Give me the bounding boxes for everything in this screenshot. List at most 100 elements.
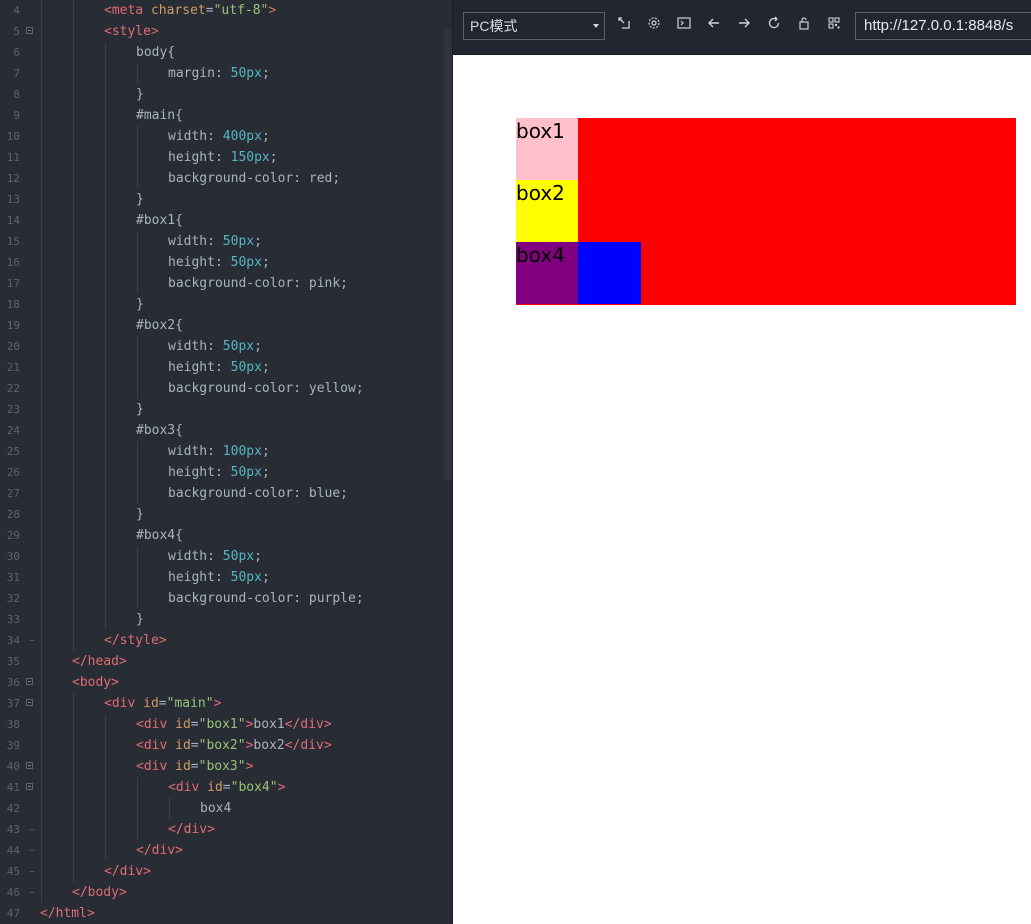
- fold-toggle-icon[interactable]: [26, 762, 33, 769]
- code-token: id: [175, 759, 191, 774]
- line-number: 17: [6, 277, 20, 290]
- code-token: #box2{: [136, 318, 183, 333]
- code-token: width:: [168, 339, 223, 354]
- code-line[interactable]: 42 box4: [0, 798, 452, 819]
- forward-icon[interactable]: [735, 16, 753, 34]
- screenshot-icon[interactable]: [615, 16, 633, 34]
- code-line[interactable]: 43 </div>: [0, 819, 452, 840]
- indent-guide: [73, 756, 74, 777]
- url-input[interactable]: http://127.0.0.1:8848/s: [855, 12, 1031, 40]
- fold-toggle-icon[interactable]: [26, 27, 33, 34]
- qrcode-icon[interactable]: [825, 16, 843, 34]
- code-line[interactable]: 5 <style>: [0, 21, 452, 42]
- reload-icon[interactable]: [765, 16, 783, 34]
- line-number: 10: [6, 130, 20, 143]
- fold-toggle-icon[interactable]: [26, 699, 33, 706]
- code-line[interactable]: 14 #box1{: [0, 210, 452, 231]
- indent-guide: [105, 231, 106, 252]
- code-text: background-color: pink;: [168, 273, 348, 294]
- code-line[interactable]: 35 </head>: [0, 651, 452, 672]
- indent-guide: [137, 336, 138, 357]
- code-line[interactable]: 27 background-color: blue;: [0, 483, 452, 504]
- code-line[interactable]: 34 </style>: [0, 630, 452, 651]
- indent-guide: [105, 126, 106, 147]
- code-line[interactable]: 13}: [0, 189, 452, 210]
- code-line[interactable]: 36 <body>: [0, 672, 452, 693]
- line-number: 36: [6, 676, 20, 689]
- back-icon[interactable]: [705, 16, 723, 34]
- code-line[interactable]: 30 width: 50px;: [0, 546, 452, 567]
- code-line[interactable]: 22 background-color: yellow;: [0, 378, 452, 399]
- code-line[interactable]: 44 </div>: [0, 840, 452, 861]
- line-number: 35: [6, 655, 20, 668]
- code-token: >: [268, 3, 277, 18]
- code-line[interactable]: 19 #box2{: [0, 315, 452, 336]
- code-line[interactable]: 16 height: 50px;: [0, 252, 452, 273]
- code-line[interactable]: 28}: [0, 504, 452, 525]
- code-line[interactable]: 40 <div id="box3">: [0, 756, 452, 777]
- indent-guide: [105, 546, 106, 567]
- code-line[interactable]: 20 width: 50px;: [0, 336, 452, 357]
- indent-guide: [41, 567, 42, 588]
- code-line[interactable]: 7 margin: 50px;: [0, 63, 452, 84]
- indent-guide: [137, 357, 138, 378]
- indent-guide: [41, 882, 42, 903]
- code-token: 50px: [222, 339, 255, 354]
- line-number: 15: [6, 235, 20, 248]
- code-line[interactable]: 33}: [0, 609, 452, 630]
- indent-guide: [73, 105, 74, 126]
- code-line[interactable]: 41 <div id="box4">: [0, 777, 452, 798]
- code-line[interactable]: 4 <meta charset="utf-8">: [0, 0, 452, 21]
- code-line[interactable]: 9 #main{: [0, 105, 452, 126]
- line-number: 23: [6, 403, 20, 416]
- mode-select[interactable]: PC模式: [463, 12, 605, 40]
- code-line[interactable]: 12 background-color: red;: [0, 168, 452, 189]
- code-line[interactable]: 26 height: 50px;: [0, 462, 452, 483]
- fold-end-icon: [30, 871, 34, 872]
- code-line[interactable]: 18}: [0, 294, 452, 315]
- editor-scrollbar[interactable]: [444, 30, 452, 480]
- code-text: }: [136, 294, 144, 315]
- code-line[interactable]: 8}: [0, 84, 452, 105]
- console-icon[interactable]: [675, 16, 693, 34]
- settings-icon[interactable]: [645, 16, 663, 34]
- indent-guide: [105, 756, 106, 777]
- code-line[interactable]: 10 width: 400px;: [0, 126, 452, 147]
- code-token: "main": [166, 696, 214, 711]
- indent-guide: [41, 357, 42, 378]
- code-line[interactable]: 25 width: 100px;: [0, 441, 452, 462]
- line-number: 11: [6, 151, 20, 164]
- code-line[interactable]: 47 </html>: [0, 903, 452, 924]
- code-text: width: 400px;: [168, 126, 270, 147]
- code-line[interactable]: 15 width: 50px;: [0, 231, 452, 252]
- code-line[interactable]: 46 </body>: [0, 882, 452, 903]
- code-line[interactable]: 24 #box3{: [0, 420, 452, 441]
- code-line[interactable]: 39 <div id="box2">box2</div>: [0, 735, 452, 756]
- code-line[interactable]: 17 background-color: pink;: [0, 273, 452, 294]
- code-editor[interactable]: 4 <meta charset="utf-8"> 5 <style> 6 body{ 7 ma…: [0, 0, 452, 924]
- code-text: height: 50px;: [168, 462, 270, 483]
- code-line[interactable]: 23}: [0, 399, 452, 420]
- fold-toggle-icon[interactable]: [26, 678, 33, 685]
- code-line[interactable]: 11 height: 150px;: [0, 147, 452, 168]
- code-line[interactable]: 29 #box4{: [0, 525, 452, 546]
- code-line[interactable]: 6 body{: [0, 42, 452, 63]
- code-token: height:: [168, 255, 231, 270]
- line-number: 38: [6, 718, 20, 731]
- line-number: 7: [13, 67, 20, 80]
- code-line[interactable]: 21 height: 50px;: [0, 357, 452, 378]
- indent-guide: [41, 483, 42, 504]
- indent-guide: [73, 21, 74, 42]
- code-token: margin:: [168, 66, 231, 81]
- indent-guide: [41, 714, 42, 735]
- lock-icon[interactable]: [795, 16, 813, 34]
- fold-toggle-icon[interactable]: [26, 783, 33, 790]
- code-line[interactable]: 31 height: 50px;: [0, 567, 452, 588]
- code-line[interactable]: 38 <div id="box1">box1</div>: [0, 714, 452, 735]
- code-line[interactable]: 45 </div>: [0, 861, 452, 882]
- indent-guide: [41, 735, 42, 756]
- indent-guide: [41, 399, 42, 420]
- code-line[interactable]: 37 <div id="main">: [0, 693, 452, 714]
- code-token: =: [190, 717, 199, 732]
- code-line[interactable]: 32 background-color: purple;: [0, 588, 452, 609]
